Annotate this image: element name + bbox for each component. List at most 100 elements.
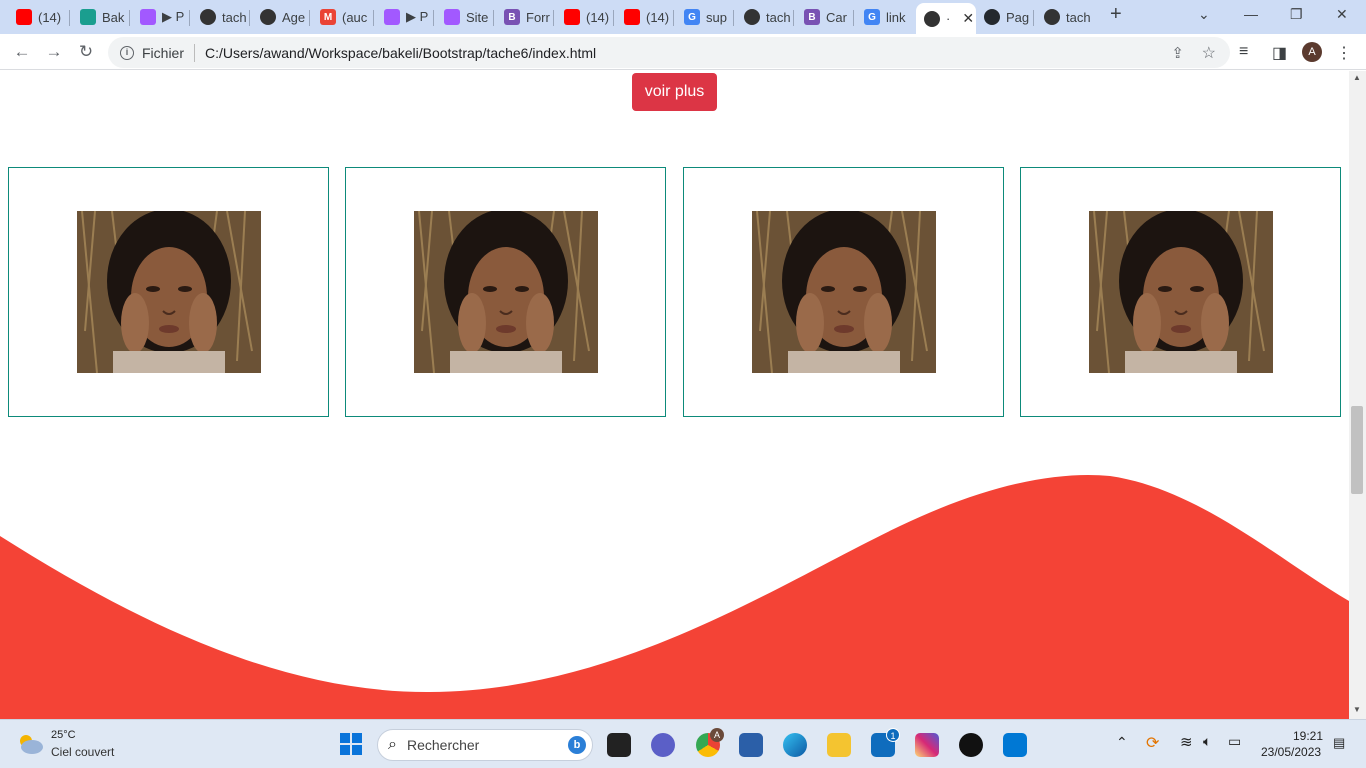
vertical-scrollbar[interactable]: ▲ ▼ <box>1349 71 1366 719</box>
teams-chat-icon[interactable] <box>651 733 675 757</box>
tab-separator <box>1033 10 1034 26</box>
address-divider <box>194 43 196 62</box>
tiktok-icon[interactable] <box>959 733 983 757</box>
globe-icon <box>1044 9 1060 25</box>
new-tab-button[interactable]: + <box>1110 3 1122 26</box>
chevron-up-icon[interactable]: ⌃ <box>1116 734 1128 751</box>
tab-title: (14) <box>646 9 670 25</box>
tab-separator <box>793 10 794 26</box>
media-control-icon[interactable]: ≡ <box>1239 43 1248 61</box>
share-icon[interactable]: ⇪ <box>1171 44 1184 62</box>
tab-title: Pag <box>1006 9 1030 25</box>
browser-tab[interactable]: ▶ P <box>376 4 432 30</box>
tab-separator <box>433 10 434 26</box>
portrait-photo <box>752 211 936 373</box>
restore-button[interactable]: ❐ <box>1290 6 1303 23</box>
notification-icon[interactable]: ▤ <box>1333 735 1345 751</box>
bookmark-star-icon[interactable]: ☆ <box>1202 43 1216 63</box>
browser-tab[interactable]: Site <box>436 4 492 30</box>
file-explorer-icon[interactable] <box>827 733 851 757</box>
browser-tab[interactable]: B Car <box>796 4 852 30</box>
tab-title: Bak <box>102 9 125 25</box>
clock-time[interactable]: 19:21 <box>1293 729 1323 743</box>
image-card <box>683 167 1004 417</box>
tab-title: Forr <box>526 9 550 25</box>
tab-title: Site <box>466 9 489 25</box>
scheme-label: Fichier <box>142 44 185 61</box>
tab-title: tach <box>766 9 791 25</box>
tab-separator <box>613 10 614 26</box>
tab-separator <box>853 10 854 26</box>
voir-plus-button[interactable]: voir plus <box>632 73 717 111</box>
youtube-icon <box>564 9 580 25</box>
minimize-button[interactable]: — <box>1244 6 1258 22</box>
windows-start-icon[interactable] <box>340 733 362 755</box>
browser-tab[interactable]: tach <box>736 4 792 30</box>
profile-avatar[interactable]: A <box>1302 42 1322 62</box>
browser-tab[interactable]: Pag <box>976 4 1032 30</box>
tab-title: (14) <box>38 9 62 25</box>
chrome-profile-badge: A <box>710 728 724 742</box>
browser-tab[interactable]: tach <box>192 4 248 30</box>
browser-tab[interactable]: (14) <box>616 4 672 30</box>
side-panel-icon[interactable]: ◨ <box>1272 43 1287 63</box>
gmail-icon: M <box>320 9 336 25</box>
browser-tab[interactable]: Gsup <box>676 4 732 30</box>
browser-tab[interactable]: ▶ P <box>132 4 188 30</box>
browser-tab[interactable]: tach <box>1036 4 1092 30</box>
volume-icon[interactable]: 🔈︎ <box>1203 733 1211 750</box>
edge-icon[interactable] <box>783 733 807 757</box>
vscode-icon[interactable] <box>1003 733 1027 757</box>
tab-separator <box>189 10 190 26</box>
tab-title: ▶ P <box>162 9 185 24</box>
back-button[interactable]: ← <box>12 42 32 62</box>
task-view-icon[interactable] <box>607 733 631 757</box>
windows-taskbar: 25°C Ciel couvert ⌕ Rechercher b A 1 ⌃ ⟳… <box>0 719 1366 768</box>
browser-toolbar: ← → ↻ i Fichier C:/Users/awand/Workspace… <box>0 34 1366 70</box>
close-window-button[interactable]: ✕ <box>1336 6 1348 23</box>
close-tab-icon[interactable]: ✕ <box>962 10 974 27</box>
browser-tab[interactable]: B Forr <box>496 4 552 30</box>
youtube-icon <box>16 9 32 25</box>
scroll-down-icon[interactable]: ▼ <box>1353 705 1361 714</box>
forward-button[interactable]: → <box>44 42 64 62</box>
browser-tab[interactable]: Bak <box>72 4 128 30</box>
tab-title: tach <box>222 9 247 25</box>
browser-tab[interactable]: M (auc <box>312 4 368 30</box>
browser-tab[interactable]: · ✕ <box>916 3 976 34</box>
bootstrap-icon: B <box>804 9 820 25</box>
scrollbar-thumb[interactable] <box>1351 406 1363 494</box>
portrait-photo <box>414 211 598 373</box>
globe-icon <box>924 10 940 27</box>
reload-button[interactable]: ↻ <box>76 42 96 62</box>
bing-icon[interactable]: b <box>568 736 586 754</box>
portrait-photo <box>1089 211 1273 373</box>
tab-title: ▶ P <box>406 9 429 24</box>
address-bar[interactable]: i Fichier C:/Users/awand/Workspace/bakel… <box>108 37 1230 68</box>
browser-tab[interactable]: Glink <box>856 4 912 30</box>
page-content: voir plus <box>0 71 1349 719</box>
browser-tab[interactable]: (14) <box>8 4 64 30</box>
tab-separator <box>553 10 554 26</box>
tab-separator <box>129 10 130 26</box>
wifi-icon[interactable]: ≋ <box>1180 733 1193 751</box>
clock-date[interactable]: 23/05/2023 <box>1261 745 1321 759</box>
mail-badge: 1 <box>886 728 900 742</box>
site-info-icon[interactable]: i <box>120 45 134 60</box>
weather-desc: Ciel couvert <box>51 745 115 759</box>
browser-tab[interactable]: Age <box>252 4 308 30</box>
menu-kebab-icon[interactable]: ⋮ <box>1336 43 1352 63</box>
microsoft-store-icon[interactable] <box>739 733 763 757</box>
tab-search-icon[interactable]: ⌄ <box>1198 6 1210 23</box>
battery-icon[interactable]: ▭ <box>1228 733 1241 750</box>
scroll-up-icon[interactable]: ▲ <box>1353 73 1361 82</box>
url-text[interactable]: C:/Users/awand/Workspace/bakeli/Bootstra… <box>205 45 596 61</box>
sync-icon[interactable]: ⟳ <box>1146 733 1159 753</box>
browser-tab[interactable]: (14) <box>556 4 612 30</box>
image-card <box>1020 167 1341 417</box>
tab-separator <box>673 10 674 26</box>
globe-icon <box>200 9 216 25</box>
image-card <box>345 167 666 417</box>
instagram-icon[interactable] <box>915 733 939 757</box>
taskbar-search-box[interactable]: ⌕ Rechercher b <box>377 729 593 761</box>
